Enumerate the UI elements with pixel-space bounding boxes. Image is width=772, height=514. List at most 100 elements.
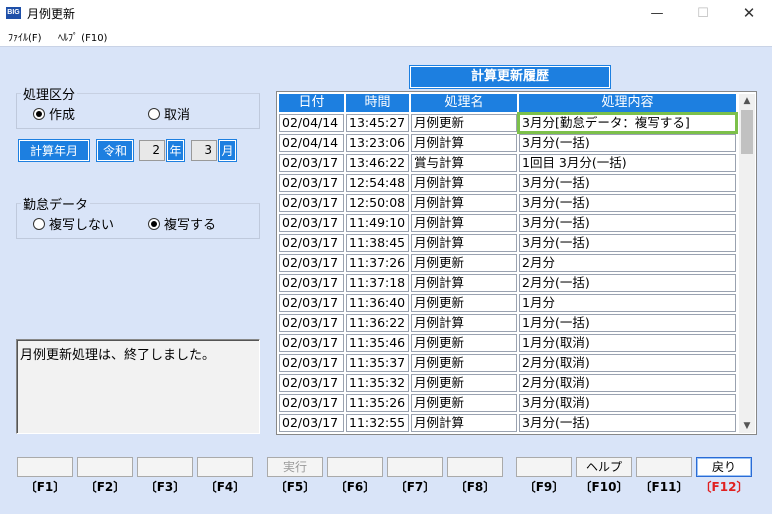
cell-date[interactable]: 02/03/17 (279, 354, 344, 372)
cell-detail[interactable]: 1回目 3月分(一括) (519, 154, 736, 172)
close-button[interactable]: ✕ (726, 0, 772, 26)
fkey-button-f8[interactable] (447, 457, 503, 477)
cell-detail[interactable]: 3月分[勤怠データ：複写する] (517, 112, 738, 134)
minimize-icon: — (650, 5, 664, 21)
cell-time[interactable]: 11:35:46 (346, 334, 409, 352)
cell-date[interactable]: 02/03/17 (279, 314, 344, 332)
cell-process[interactable]: 月例更新 (411, 354, 517, 372)
cell-time[interactable]: 12:54:48 (346, 174, 409, 192)
fkey-button-f12[interactable]: 戻り (696, 457, 752, 477)
history-scrollbar[interactable]: ▲ ▼ (739, 94, 755, 433)
cell-time[interactable]: 11:36:22 (346, 314, 409, 332)
radio-create[interactable]: 作成 (33, 104, 75, 123)
cell-detail[interactable]: 2月分 (519, 254, 736, 272)
cell-process[interactable]: 月例計算 (411, 234, 517, 252)
scroll-up-icon[interactable]: ▲ (739, 94, 755, 108)
cell-time[interactable]: 13:45:27 (346, 114, 409, 132)
cell-date[interactable]: 02/03/17 (279, 294, 344, 312)
cell-date[interactable]: 02/03/17 (279, 254, 344, 272)
calc-period-label: 計算年月 (18, 139, 90, 162)
cell-date[interactable]: 02/03/17 (279, 194, 344, 212)
cell-detail[interactable]: 1月分 (519, 294, 736, 312)
radio-no-copy[interactable]: 複写しない (33, 214, 114, 233)
cell-detail[interactable]: 3月分(一括) (519, 134, 736, 152)
cell-date[interactable]: 02/03/17 (279, 214, 344, 232)
cell-detail[interactable]: 2月分(一括) (519, 274, 736, 292)
cell-process[interactable]: 月例更新 (411, 394, 517, 412)
radio-copy-indicator (148, 217, 160, 230)
cell-time[interactable]: 11:35:26 (346, 394, 409, 412)
cell-date[interactable]: 02/04/14 (279, 114, 344, 132)
radio-cancel-indicator (148, 107, 160, 120)
menu-file[interactable]: ﾌｧｲﾙ(F) (8, 29, 42, 44)
history-grid[interactable]: 日付 時間 処理名 処理内容 02/04/14 13:45:27 月例更新 3月分[勤… (276, 91, 757, 435)
cell-process[interactable]: 月例計算 (411, 194, 517, 212)
cell-detail[interactable]: 1月分(取消) (519, 334, 736, 352)
cell-process[interactable]: 月例更新 (411, 114, 517, 132)
cell-process[interactable]: 月例計算 (411, 414, 517, 432)
radio-copy[interactable]: 複写する (148, 214, 216, 233)
fkey-button-f9[interactable] (516, 457, 572, 477)
cell-time[interactable]: 11:35:37 (346, 354, 409, 372)
cell-process[interactable]: 月例計算 (411, 134, 517, 152)
cell-detail[interactable]: 3月分(一括) (519, 174, 736, 192)
menu-bar: ﾌｧｲﾙ(F) ﾍﾙﾌﾟ (F10) (0, 26, 772, 46)
cell-process[interactable]: 月例更新 (411, 374, 517, 392)
cell-date[interactable]: 02/03/17 (279, 374, 344, 392)
fkey-button-f3[interactable] (137, 457, 193, 477)
cell-detail[interactable]: 3月分(一括) (519, 414, 736, 432)
year-unit-label: 年 (166, 139, 185, 162)
cell-date[interactable]: 02/03/17 (279, 154, 344, 172)
cell-time[interactable]: 12:50:08 (346, 194, 409, 212)
fkey-button-f11[interactable] (636, 457, 692, 477)
cell-date[interactable]: 02/04/14 (279, 134, 344, 152)
cell-process[interactable]: 月例計算 (411, 274, 517, 292)
cell-process[interactable]: 月例更新 (411, 334, 517, 352)
cell-time[interactable]: 11:38:45 (346, 234, 409, 252)
cell-detail[interactable]: 2月分(取消) (519, 354, 736, 372)
cell-time[interactable]: 11:32:55 (346, 414, 409, 432)
cell-date[interactable]: 02/03/17 (279, 414, 344, 432)
radio-create-indicator (33, 107, 45, 120)
cell-detail[interactable]: 3月分(一括) (519, 234, 736, 252)
menu-help[interactable]: ﾍﾙﾌﾟ (F10) (58, 29, 107, 44)
fkey-button-f2[interactable] (77, 457, 133, 477)
cell-detail[interactable]: 1月分(一括) (519, 314, 736, 332)
fkey-button-f7[interactable] (387, 457, 443, 477)
scroll-thumb[interactable] (741, 110, 753, 154)
cell-detail[interactable]: 3月分(一括) (519, 194, 736, 212)
fkey-button-f10[interactable]: ヘルプ (576, 457, 632, 477)
cell-date[interactable]: 02/03/17 (279, 394, 344, 412)
cell-detail[interactable]: 3月分(一括) (519, 214, 736, 232)
minimize-button[interactable]: — (634, 0, 680, 26)
cell-time[interactable]: 13:23:06 (346, 134, 409, 152)
cell-detail[interactable]: 2月分(取消) (519, 374, 736, 392)
cell-time[interactable]: 11:36:40 (346, 294, 409, 312)
radio-cancel[interactable]: 取消 (148, 104, 190, 123)
fkey-button-f4[interactable] (197, 457, 253, 477)
month-input[interactable]: 3 (191, 140, 217, 161)
cell-time[interactable]: 11:37:26 (346, 254, 409, 272)
cell-date[interactable]: 02/03/17 (279, 334, 344, 352)
fkey-button-f1[interactable] (17, 457, 73, 477)
cell-process[interactable]: 月例更新 (411, 294, 517, 312)
maximize-button[interactable]: ☐ (680, 0, 726, 26)
year-input[interactable]: 2 (139, 140, 165, 161)
cell-process[interactable]: 月例計算 (411, 174, 517, 192)
cell-date[interactable]: 02/03/17 (279, 234, 344, 252)
cell-process[interactable]: 月例計算 (411, 214, 517, 232)
cell-process[interactable]: 賞与計算 (411, 154, 517, 172)
cell-process[interactable]: 月例計算 (411, 314, 517, 332)
cell-time[interactable]: 11:49:10 (346, 214, 409, 232)
cell-process[interactable]: 月例更新 (411, 254, 517, 272)
cell-time[interactable]: 11:37:18 (346, 274, 409, 292)
cell-time[interactable]: 11:35:32 (346, 374, 409, 392)
window-title: 月例更新 (27, 7, 76, 21)
scroll-down-icon[interactable]: ▼ (739, 419, 755, 433)
fkey-button-f6[interactable] (327, 457, 383, 477)
cell-date[interactable]: 02/03/17 (279, 274, 344, 292)
fkey-button-f5[interactable]: 実行 (267, 457, 323, 477)
cell-detail[interactable]: 3月分(取消) (519, 394, 736, 412)
cell-date[interactable]: 02/03/17 (279, 174, 344, 192)
cell-time[interactable]: 13:46:22 (346, 154, 409, 172)
